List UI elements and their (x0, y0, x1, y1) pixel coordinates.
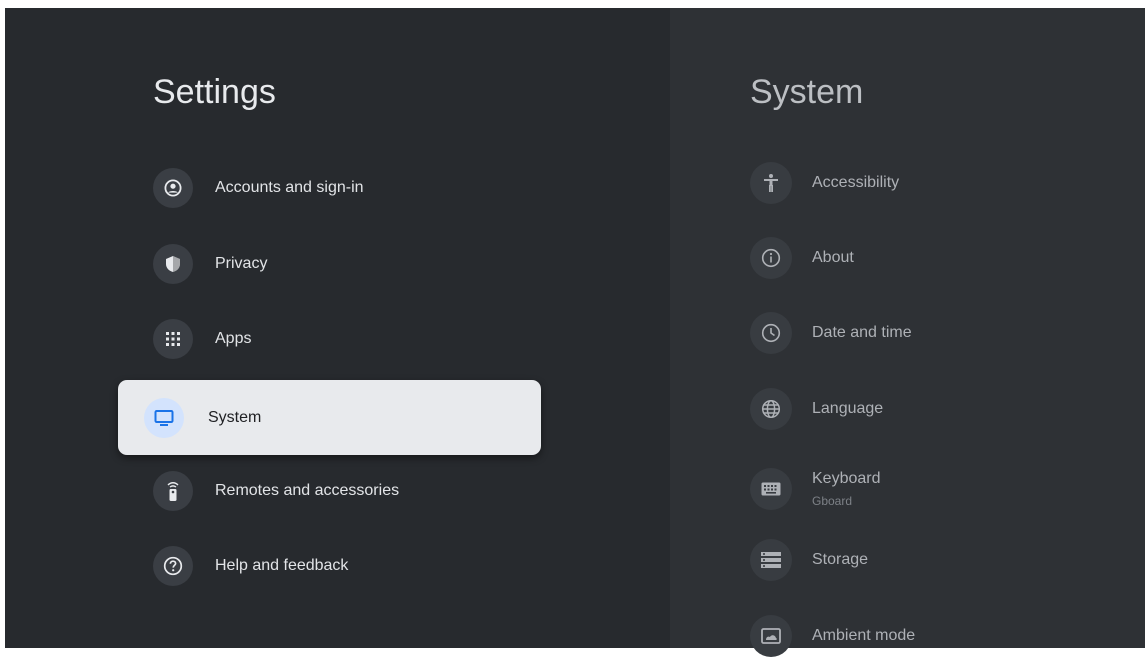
system-item-label: Keyboard (812, 470, 881, 487)
system-item-label: Accessibility (812, 174, 900, 191)
keyboard-icon (750, 468, 792, 510)
menu-item-label: Privacy (215, 255, 268, 272)
system-item-label: Storage (812, 551, 869, 568)
menu-item-label: Help and feedback (215, 557, 349, 574)
menu-item-privacy[interactable]: Privacy (153, 242, 267, 286)
system-item-ambient-mode[interactable]: Ambient mode (750, 614, 915, 658)
clock-icon (750, 312, 792, 354)
system-item-date-time[interactable]: Date and time (750, 311, 912, 355)
help-icon (153, 546, 193, 586)
menu-item-help[interactable]: Help and feedback (153, 544, 348, 588)
system-title: System (750, 73, 864, 111)
settings-title: Settings (153, 73, 276, 111)
system-item-label: Ambient mode (812, 627, 916, 644)
remote-icon (153, 471, 193, 511)
system-item-label: Language (812, 400, 884, 417)
apps-grid-icon (153, 319, 193, 359)
menu-item-label: Apps (215, 330, 252, 347)
menu-item-label: Accounts and sign-in (215, 179, 364, 196)
system-item-storage[interactable]: Storage (750, 538, 868, 582)
account-circle-icon (153, 168, 193, 208)
system-item-about[interactable]: About (750, 236, 854, 280)
ambient-mode-icon (750, 615, 792, 657)
storage-icon (750, 539, 792, 581)
menu-item-apps[interactable]: Apps (153, 317, 251, 361)
system-item-language[interactable]: Language (750, 387, 883, 431)
system-item-accessibility[interactable]: Accessibility (750, 161, 899, 205)
info-icon (750, 237, 792, 279)
tv-icon (144, 397, 184, 438)
system-item-keyboard[interactable]: Keyboard Gboard (750, 464, 881, 514)
menu-item-label: Remotes and accessories (215, 482, 400, 499)
shield-icon (153, 244, 193, 284)
accessibility-icon (750, 162, 792, 204)
menu-item-remotes[interactable]: Remotes and accessories (153, 469, 399, 513)
system-item-label: Date and time (812, 324, 912, 341)
system-item-sublabel: Gboard (812, 494, 853, 508)
menu-item-accounts[interactable]: Accounts and sign-in (153, 166, 364, 210)
menu-item-label: System (208, 408, 262, 426)
globe-icon (750, 388, 792, 430)
system-item-label: About (812, 249, 854, 266)
menu-item-system[interactable]: System (118, 380, 541, 455)
